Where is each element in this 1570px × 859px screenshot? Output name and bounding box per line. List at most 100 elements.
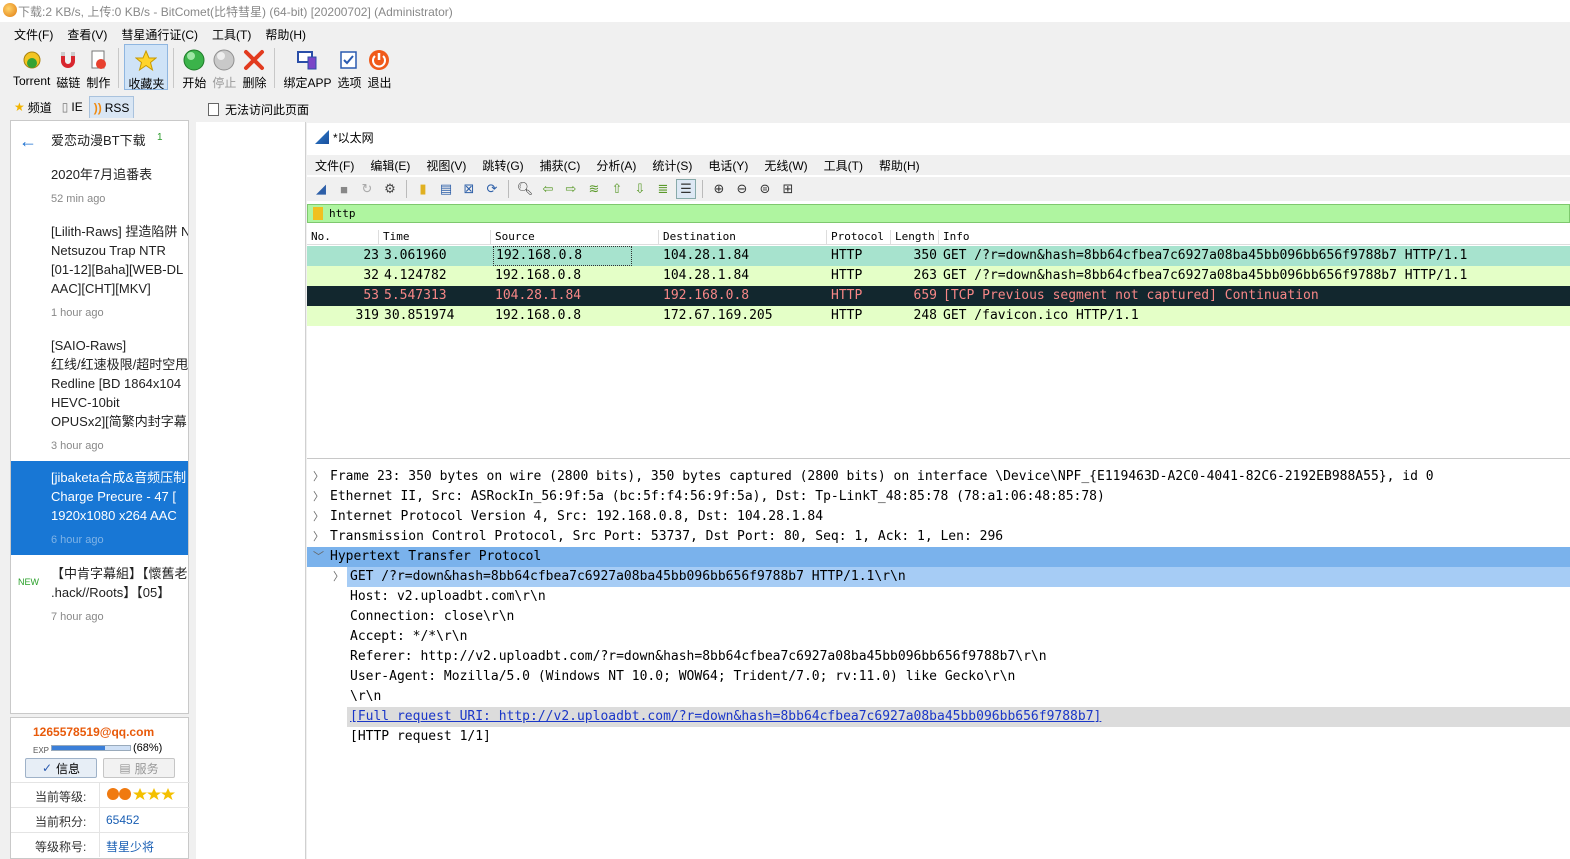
ws-menu-analyze[interactable]: 分析(A): [596, 157, 636, 174]
exp-label: EXP: [33, 746, 50, 755]
menu-tools[interactable]: 工具(T): [212, 26, 251, 43]
go-to-packet-icon[interactable]: ≋: [584, 179, 604, 199]
chevron-right-icon[interactable]: 〉: [313, 467, 324, 487]
make-torrent-button[interactable]: 制作: [83, 44, 113, 90]
exit-button[interactable]: 退出: [364, 44, 394, 90]
column-info[interactable]: Info: [939, 230, 1569, 244]
tree-leaf-user-agent[interactable]: User-Agent: Mozilla/5.0 (Windows NT 10.0…: [307, 667, 1570, 687]
exp-progress-bar: [51, 745, 131, 751]
window-title: 下载:2 KB/s, 上传:0 KB/s - BitComet(比特彗星) (6…: [18, 4, 453, 19]
ws-menu-file[interactable]: 文件(F): [315, 157, 354, 174]
zoom-out-icon[interactable]: ⊖: [732, 179, 752, 199]
bookmark-icon[interactable]: [313, 207, 323, 220]
column-no[interactable]: No.: [307, 230, 379, 244]
ws-menu-edit[interactable]: 编辑(E): [370, 157, 410, 174]
table-row[interactable]: 319 30.851974 192.168.0.8 172.67.169.205…: [307, 306, 1570, 326]
tree-leaf-request-count[interactable]: [HTTP request 1/1]: [307, 727, 1570, 747]
close-file-icon[interactable]: ⊠: [459, 179, 479, 199]
chevron-right-icon[interactable]: 〉: [313, 487, 324, 507]
torrent-button[interactable]: Torrent: [10, 44, 53, 90]
tree-node-http[interactable]: ﹀ Hypertext Transfer Protocol: [307, 547, 1570, 567]
chevron-right-icon[interactable]: 〉: [313, 527, 324, 547]
list-item-selected[interactable]: [jibaketa合成&音频压制 Charge Precure - 47 [ 1…: [11, 461, 188, 555]
reload-file-icon[interactable]: ⟳: [482, 179, 502, 199]
tree-node-http-get[interactable]: 〉 GET /?r=down&hash=8bb64cfbea7c6927a08b…: [307, 567, 1570, 587]
tree-leaf-connection[interactable]: Connection: close\r\n: [307, 607, 1570, 627]
chevron-down-icon[interactable]: ﹀: [313, 547, 324, 567]
resize-columns-icon[interactable]: ⊞: [778, 179, 798, 199]
wireshark-window: *以太网 文件(F) 编辑(E) 视图(V) 跳转(G) 捕获(C) 分析(A)…: [307, 123, 1570, 859]
tree-leaf-referer[interactable]: Referer: http://v2.uploadbt.com/?r=down&…: [307, 647, 1570, 667]
rss-count-badge: 1: [157, 132, 163, 143]
menu-view[interactable]: 查看(V): [67, 26, 107, 43]
tab-ie[interactable]: ▯ IE: [58, 96, 87, 118]
table-row[interactable]: 53 5.547313 104.28.1.84 192.168.0.8 HTTP…: [307, 286, 1570, 306]
column-destination[interactable]: Destination: [659, 230, 827, 244]
bind-app-button[interactable]: 绑定APP: [280, 44, 334, 90]
first-packet-icon[interactable]: ⇧: [607, 179, 627, 199]
save-file-icon[interactable]: ▤: [436, 179, 456, 199]
tree-leaf-full-uri[interactable]: [Full request URI: http://v2.uploadbt.co…: [307, 707, 1570, 727]
restart-capture-icon[interactable]: ↻: [357, 179, 377, 199]
column-length[interactable]: Length: [891, 230, 939, 244]
open-file-icon[interactable]: ▮: [413, 179, 433, 199]
back-arrow-icon[interactable]: ←: [19, 131, 37, 152]
user-email[interactable]: 1265578519@qq.com: [33, 725, 154, 739]
favorites-button[interactable]: 收藏夹: [124, 44, 169, 91]
tree-leaf-crlf[interactable]: \r\n: [307, 687, 1570, 707]
ws-menu-view[interactable]: 视图(V): [426, 157, 466, 174]
colorize-icon[interactable]: ☰: [676, 179, 696, 199]
column-source[interactable]: Source: [491, 230, 659, 244]
capture-options-gear-icon[interactable]: ⚙: [380, 179, 400, 199]
tab-channels[interactable]: ★ 频道: [10, 96, 56, 118]
stop-capture-icon[interactable]: ■: [334, 179, 354, 199]
tree-node-tcp[interactable]: 〉 Transmission Control Protocol, Src Por…: [307, 527, 1570, 547]
menu-passport[interactable]: 彗星通行证(C): [121, 26, 198, 43]
table-row[interactable]: 23 3.061960 192.168.0.8 104.28.1.84 HTTP…: [307, 246, 1570, 266]
display-filter-bar[interactable]: http: [307, 204, 1570, 223]
content-header: 无法访问此页面: [196, 96, 1570, 122]
menu-bar: 文件(F) 查看(V) 彗星通行证(C) 工具(T) 帮助(H): [0, 24, 1570, 44]
menu-help[interactable]: 帮助(H): [265, 26, 306, 43]
tree-node-frame[interactable]: 〉 Frame 23: 350 bytes on wire (2800 bits…: [307, 467, 1570, 487]
ws-menu-statistics[interactable]: 统计(S): [652, 157, 692, 174]
display-filter-input[interactable]: http: [329, 207, 356, 220]
wireshark-title-bar: *以太网: [307, 123, 1570, 151]
options-button[interactable]: 选项: [334, 44, 364, 90]
menu-file[interactable]: 文件(F): [14, 26, 53, 43]
ws-menu-wireless[interactable]: 无线(W): [764, 157, 807, 174]
start-capture-icon[interactable]: ◢: [311, 179, 331, 199]
ws-menu-go[interactable]: 跳转(G): [482, 157, 523, 174]
magnet-button[interactable]: 磁链: [53, 44, 83, 90]
last-packet-icon[interactable]: ⇩: [630, 179, 650, 199]
start-button[interactable]: 开始: [179, 44, 209, 90]
tree-node-ethernet[interactable]: 〉 Ethernet II, Src: ASRockIn_56:9f:5a (b…: [307, 487, 1570, 507]
tree-node-ipv4[interactable]: 〉 Internet Protocol Version 4, Src: 192.…: [307, 507, 1570, 527]
table-row[interactable]: 32 4.124782 192.168.0.8 104.28.1.84 HTTP…: [307, 266, 1570, 286]
autoscroll-icon[interactable]: ≣: [653, 179, 673, 199]
ws-menu-tools[interactable]: 工具(T): [824, 157, 863, 174]
find-packet-icon[interactable]: 🔍︎: [515, 179, 535, 199]
zoom-in-icon[interactable]: ⊕: [709, 179, 729, 199]
ws-menu-capture[interactable]: 捕获(C): [540, 157, 581, 174]
chevron-right-icon[interactable]: 〉: [333, 567, 344, 587]
browser-blank-area: [196, 122, 306, 859]
stop-button[interactable]: 停止: [209, 44, 239, 90]
tree-leaf-accept[interactable]: Accept: */*\r\n: [307, 627, 1570, 647]
page-icon: [208, 102, 219, 116]
go-back-icon[interactable]: ⇦: [538, 179, 558, 199]
tab-rss[interactable]: )) RSS: [88, 96, 135, 118]
tree-leaf-host[interactable]: Host: v2.uploadbt.com\r\n: [307, 587, 1570, 607]
tab-info[interactable]: ✓ 信息: [25, 758, 97, 778]
go-forward-icon[interactable]: ⇨: [561, 179, 581, 199]
normal-size-icon[interactable]: ⊜: [755, 179, 775, 199]
bitcomet-logo-icon: [3, 3, 17, 17]
column-protocol[interactable]: Protocol: [827, 230, 891, 244]
delete-button[interactable]: 删除: [239, 44, 269, 90]
ws-menu-telephony[interactable]: 电话(Y): [708, 157, 748, 174]
ws-menu-help[interactable]: 帮助(H): [879, 157, 920, 174]
column-time[interactable]: Time: [379, 230, 491, 244]
user-tabs: ✓ 信息 ▤ 服务: [25, 758, 185, 778]
tab-service[interactable]: ▤ 服务: [103, 758, 175, 778]
chevron-right-icon[interactable]: 〉: [313, 507, 324, 527]
